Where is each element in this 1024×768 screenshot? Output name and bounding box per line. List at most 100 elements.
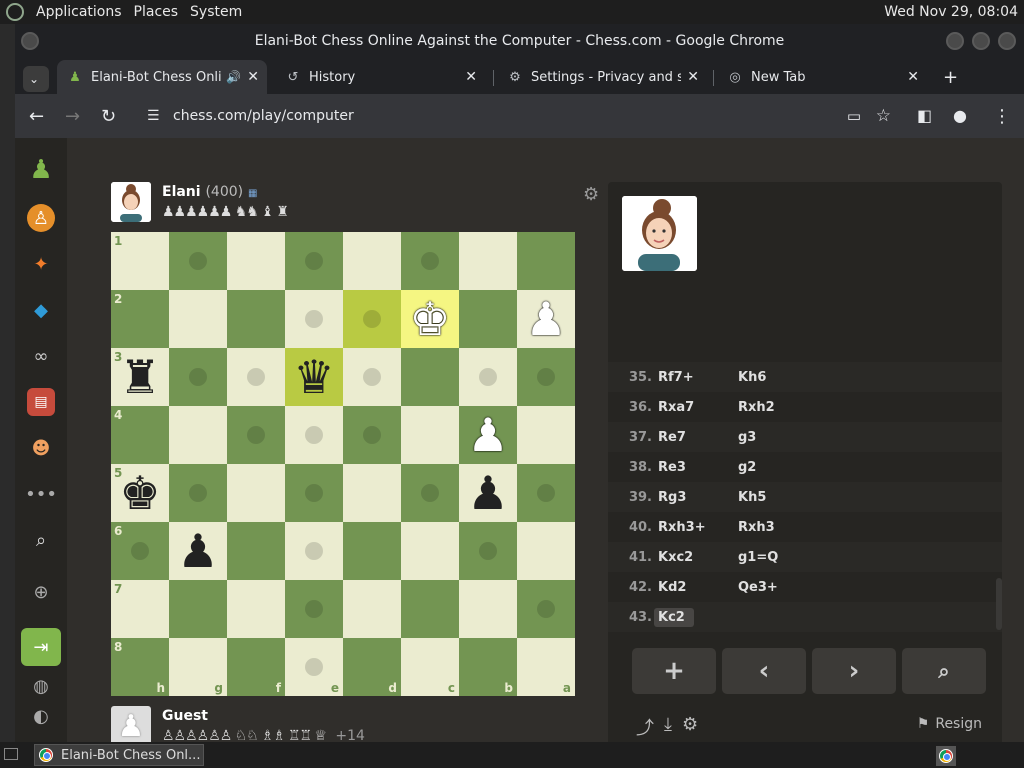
theme-toggle-icon[interactable]: ◐ [27, 702, 55, 730]
tab-history[interactable]: ↺ History ✕ [275, 60, 485, 94]
address-bar[interactable]: ☰ chess.com/play/computer ▭ ☆ [137, 100, 897, 132]
board-square[interactable] [343, 232, 401, 290]
maximize-button[interactable] [972, 32, 990, 50]
close-window-button[interactable] [998, 32, 1016, 50]
board-square[interactable] [227, 522, 285, 580]
legal-move-dot[interactable] [305, 426, 323, 444]
legal-move-dot[interactable] [247, 368, 265, 386]
bookmark-star-icon[interactable]: ☆ [876, 106, 891, 126]
clock[interactable]: Wed Nov 29, 08:04 [884, 4, 1018, 20]
show-desktop-icon[interactable] [4, 748, 18, 760]
legal-move-dot[interactable] [305, 484, 323, 502]
close-tab-icon[interactable]: ✕ [907, 69, 919, 85]
board-square[interactable]: d [343, 638, 401, 696]
speaker-icon[interactable]: 🔊 [226, 70, 241, 84]
legal-move-dot[interactable] [305, 252, 323, 270]
window-titlebar[interactable]: Elani-Bot Chess Online Against the Compu… [15, 24, 1024, 58]
close-tab-icon[interactable]: ✕ [247, 69, 259, 85]
white-move[interactable]: Re7 [658, 430, 738, 445]
legal-move-dot[interactable] [479, 368, 497, 386]
install-app-icon[interactable]: ▭ [847, 107, 861, 125]
tab-search-button[interactable]: ⌄ [23, 66, 49, 92]
close-tab-icon[interactable]: ✕ [465, 69, 477, 85]
board-square[interactable]: 2 [111, 290, 169, 348]
legal-move-dot[interactable] [421, 252, 439, 270]
board-square[interactable] [401, 348, 459, 406]
white-move[interactable]: Kd2 [658, 580, 738, 595]
chess-board[interactable]: 1 2 3 4 5 6 7 8 h g f e d c b a ♚ ♟ ♜ ♛ ♟ ♚ ♟ ♟ [111, 232, 575, 696]
board-square[interactable] [343, 580, 401, 638]
legal-move-dot[interactable] [131, 542, 149, 560]
board-square[interactable] [227, 232, 285, 290]
new-tab-button[interactable]: + [939, 60, 963, 94]
board-square[interactable] [517, 522, 575, 580]
legal-move-dot[interactable] [537, 600, 555, 618]
previous-move-button[interactable]: ‹ [722, 648, 806, 694]
login-icon[interactable]: ⇥ [21, 628, 61, 666]
chrome-tray-icon[interactable] [936, 746, 956, 766]
white-move[interactable]: Kc2 [654, 607, 694, 627]
search-icon[interactable]: ⌕ [27, 526, 55, 554]
back-arrow-icon[interactable]: ← [29, 106, 44, 127]
legal-move-dot[interactable] [305, 600, 323, 618]
legal-move-dot[interactable] [421, 484, 439, 502]
board-square[interactable]: g [169, 638, 227, 696]
white-pawn-piece[interactable]: ♟ [459, 406, 517, 464]
site-info-icon[interactable]: ☰ [147, 108, 160, 124]
black-move[interactable]: Qe3+ [738, 580, 818, 595]
legal-move-dot[interactable] [247, 426, 265, 444]
menu-places[interactable]: Places [134, 4, 179, 20]
legal-move-dot[interactable] [537, 484, 555, 502]
forward-arrow-icon[interactable]: → [65, 106, 80, 127]
legal-move-dot[interactable] [363, 426, 381, 444]
taskbar-chrome-window[interactable]: Elani-Bot Chess Onl... [34, 744, 204, 766]
board-square[interactable]: b [459, 638, 517, 696]
kebab-menu-icon[interactable]: ⋮ [993, 106, 1011, 127]
black-pawn-piece[interactable]: ♟ [169, 522, 227, 580]
watch-binoculars-icon[interactable]: ∞ [27, 342, 55, 370]
player-avatar[interactable]: ♟ [111, 706, 151, 746]
board-square[interactable]: 8h [111, 638, 169, 696]
legal-move-dot[interactable] [363, 368, 381, 386]
new-game-button[interactable]: + [632, 648, 716, 694]
resign-button[interactable]: ⚑ Resign [917, 716, 982, 732]
profile-icon[interactable]: ● [953, 106, 967, 125]
play-icon[interactable]: ♙ [27, 204, 55, 232]
black-queen-piece[interactable]: ♛ [285, 348, 343, 406]
black-move[interactable]: Kh5 [738, 490, 818, 505]
white-move[interactable]: Rxh3+ [658, 520, 738, 535]
board-square[interactable] [459, 232, 517, 290]
share-icon[interactable]: ⤴ [636, 714, 654, 740]
social-icon[interactable]: ☻ [27, 434, 55, 462]
white-move[interactable]: Rg3 [658, 490, 738, 505]
next-move-button[interactable]: › [812, 648, 896, 694]
black-move[interactable]: Rxh3 [738, 520, 818, 535]
legal-move-dot[interactable] [363, 310, 381, 328]
board-square[interactable] [459, 580, 517, 638]
reload-icon[interactable]: ↻ [101, 106, 116, 127]
board-square[interactable] [401, 406, 459, 464]
white-move[interactable]: Rf7+ [658, 370, 738, 385]
black-move[interactable]: Rxh2 [738, 400, 818, 415]
white-pawn-piece[interactable]: ♟ [517, 290, 575, 348]
board-square[interactable]: c [401, 638, 459, 696]
side-panel-icon[interactable]: ◧ [917, 106, 932, 125]
tab-new-tab[interactable]: ◎ New Tab ✕ [717, 60, 927, 94]
opponent-avatar[interactable] [111, 182, 151, 222]
board-square[interactable] [343, 522, 401, 580]
language-globe-icon[interactable]: ◍ [27, 672, 55, 700]
more-dots-icon[interactable]: ••• [25, 480, 57, 508]
board-square[interactable] [459, 290, 517, 348]
board-square[interactable] [517, 232, 575, 290]
white-king-piece[interactable]: ♚ [401, 290, 459, 348]
legal-move-dot[interactable] [305, 658, 323, 676]
learn-icon[interactable]: ◆ [27, 296, 55, 324]
legal-move-dot[interactable] [537, 368, 555, 386]
board-square[interactable] [343, 464, 401, 522]
news-icon[interactable]: ▤ [27, 388, 55, 416]
opponent-name[interactable]: Elani [162, 184, 201, 200]
analysis-button[interactable]: ⌕ [902, 648, 986, 694]
settings-gear-icon[interactable]: ⚙ [682, 714, 698, 740]
board-square[interactable] [227, 580, 285, 638]
add-friend-icon[interactable]: ⊕ [27, 578, 55, 606]
